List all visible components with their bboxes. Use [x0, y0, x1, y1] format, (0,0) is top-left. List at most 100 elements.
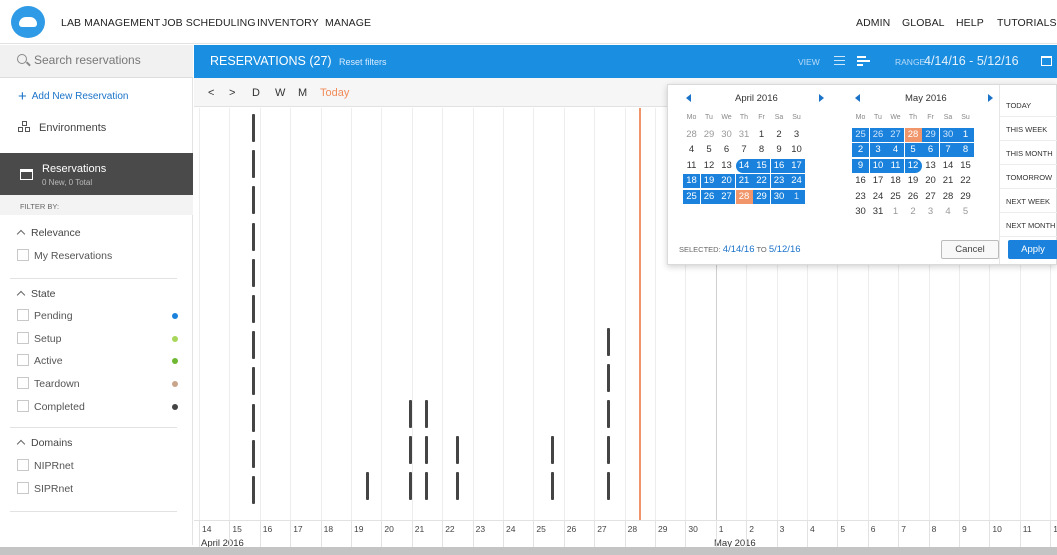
state-section-toggle[interactable]: State — [16, 288, 56, 300]
calendar-day[interactable]: 27 — [887, 128, 904, 142]
calendar-day[interactable]: 25 — [887, 190, 904, 204]
quick-range-next-week[interactable]: NEXT WEEK — [1000, 189, 1057, 213]
calendar-day[interactable]: 2 — [852, 143, 869, 158]
calendar-day[interactable]: 28 — [940, 190, 957, 204]
calendar-day[interactable]: 20 — [922, 174, 939, 188]
calendar-day[interactable]: 10 — [869, 158, 887, 173]
calendar-day[interactable]: 25 — [852, 128, 869, 142]
reservation-bar[interactable] — [252, 150, 255, 179]
calendar-day[interactable]: 4 — [940, 205, 957, 219]
calendar-day[interactable]: 13 — [718, 159, 735, 173]
quick-range-today[interactable]: TODAY — [1000, 93, 1057, 117]
calendar-day[interactable]: 5 — [904, 143, 922, 158]
calendar-day[interactable]: 19 — [905, 174, 922, 188]
cancel-button[interactable]: Cancel — [941, 240, 999, 259]
search-input[interactable] — [34, 53, 184, 67]
sidebar-item-environments[interactable]: Environments — [18, 121, 106, 134]
checkbox[interactable] — [17, 249, 29, 261]
calendar-day[interactable]: 16 — [852, 174, 869, 188]
calendar-day[interactable]: 12 — [701, 159, 718, 173]
filter-state-teardown[interactable]: Teardown — [17, 377, 182, 391]
calendar-day[interactable]: 13 — [922, 159, 939, 173]
calendar-day[interactable]: 4 — [683, 143, 700, 157]
filter-state-completed[interactable]: Completed — [17, 400, 182, 414]
checkbox[interactable] — [17, 459, 29, 471]
calendar-day[interactable]: 28 — [904, 128, 922, 142]
calendar-day[interactable]: 11 — [887, 158, 904, 173]
calendar-day[interactable]: 8 — [957, 143, 974, 158]
calendar-day[interactable]: 1 — [753, 128, 770, 142]
quick-range-next-month[interactable]: NEXT MONTH — [1000, 213, 1057, 237]
apply-button[interactable]: Apply — [1008, 240, 1057, 259]
checkbox[interactable] — [17, 400, 29, 412]
calendar-day[interactable]: 30 — [770, 189, 788, 204]
calendar-day[interactable]: 28 — [735, 189, 753, 204]
reservation-bar[interactable] — [425, 436, 428, 464]
next-month-icon[interactable] — [988, 94, 993, 102]
filter-domain-niprnet[interactable]: NIPRnet — [17, 459, 182, 473]
calendar-day[interactable]: 12 — [904, 158, 922, 173]
calendar-icon[interactable] — [1041, 56, 1052, 66]
week-view-button[interactable]: W — [275, 87, 285, 99]
reservation-bar[interactable] — [409, 436, 412, 464]
checkbox[interactable] — [17, 309, 29, 321]
reservation-bar[interactable] — [366, 472, 369, 500]
nav-lab-management[interactable]: LAB MANAGEMENT — [61, 17, 160, 29]
calendar-day[interactable]: 24 — [788, 174, 805, 189]
calendar-day[interactable]: 25 — [683, 189, 700, 204]
calendar-day[interactable]: 29 — [701, 128, 718, 142]
calendar-day[interactable]: 26 — [700, 189, 718, 204]
calendar-day[interactable]: 9 — [852, 158, 869, 173]
nav-inventory[interactable]: INVENTORY — [257, 17, 319, 29]
reservation-bar[interactable] — [607, 364, 610, 392]
reservation-bar[interactable] — [607, 400, 610, 428]
calendar-day[interactable]: 1 — [957, 128, 974, 142]
calendar-day[interactable]: 29 — [922, 128, 939, 142]
filter-state-active[interactable]: Active — [17, 354, 182, 368]
calendar-day[interactable]: 14 — [735, 158, 753, 173]
calendar-day[interactable]: 5 — [957, 205, 974, 219]
nav-tutorials[interactable]: TUTORIALS — [997, 17, 1057, 29]
calendar-day[interactable]: 1 — [788, 189, 805, 204]
reservation-bar[interactable] — [252, 295, 255, 323]
calendar-day[interactable]: 1 — [887, 205, 904, 219]
calendar-day[interactable]: 23 — [852, 190, 869, 204]
calendar-day[interactable]: 15 — [753, 158, 770, 173]
calendar-day[interactable]: 28 — [683, 128, 700, 142]
reservation-bar[interactable] — [607, 436, 610, 464]
list-view-icon[interactable] — [834, 56, 845, 65]
calendar-day[interactable]: 15 — [957, 159, 974, 173]
reservation-bar[interactable] — [607, 328, 610, 356]
calendar-day[interactable]: 14 — [940, 159, 957, 173]
calendar-day[interactable]: 30 — [718, 128, 735, 142]
calendar-day[interactable]: 3 — [788, 128, 805, 142]
sidebar-item-reservations[interactable]: Reservations 0 New, 0 Total — [0, 153, 193, 195]
reservation-bar[interactable] — [252, 258, 255, 287]
calendar-day[interactable]: 21 — [940, 174, 957, 188]
checkbox[interactable] — [17, 332, 29, 344]
calendar-day[interactable]: 11 — [683, 159, 700, 173]
calendar-day[interactable]: 10 — [788, 143, 805, 157]
checkbox[interactable] — [17, 482, 29, 494]
calendar-day[interactable]: 29 — [957, 190, 974, 204]
calendar-day[interactable]: 31 — [870, 205, 887, 219]
calendar-day[interactable]: 21 — [735, 174, 753, 189]
reservation-bar[interactable] — [252, 222, 255, 251]
reservation-bar[interactable] — [252, 403, 255, 432]
reservation-bar[interactable] — [252, 476, 255, 504]
horizontal-scrollbar[interactable] — [0, 547, 1057, 555]
calendar-day[interactable]: 18 — [683, 174, 700, 189]
calendar-day[interactable]: 30 — [939, 128, 957, 142]
filter-my-reservations[interactable]: My Reservations — [17, 249, 182, 263]
calendar-day[interactable]: 17 — [788, 158, 805, 173]
calendar-day[interactable]: 27 — [922, 190, 939, 204]
next-button[interactable]: > — [229, 87, 235, 99]
calendar-day[interactable]: 22 — [753, 174, 770, 189]
day-view-button[interactable]: D — [252, 87, 260, 99]
filter-domain-siprnet[interactable]: SIPRnet — [17, 482, 182, 496]
nav-help[interactable]: HELP — [956, 17, 984, 29]
reservation-bar[interactable] — [551, 472, 554, 500]
calendar-day[interactable]: 24 — [870, 190, 887, 204]
calendar-day[interactable]: 7 — [736, 143, 753, 157]
calendar-day[interactable]: 17 — [870, 174, 887, 188]
